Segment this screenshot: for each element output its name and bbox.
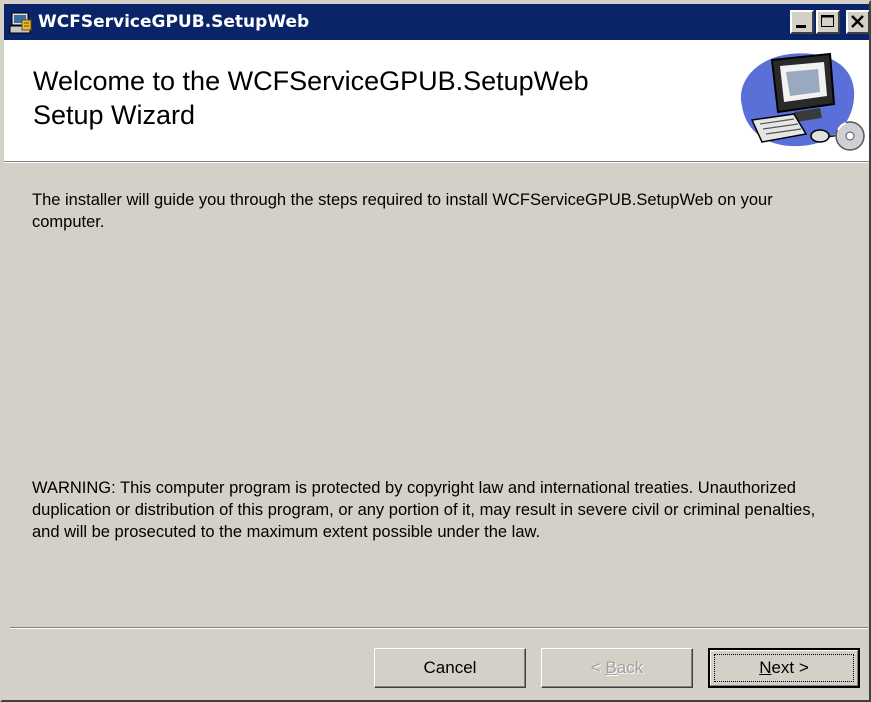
maximize-icon [821, 15, 834, 27]
close-icon [851, 15, 864, 28]
banner-title: Welcome to the WCFServiceGPUB.SetupWeb S… [33, 66, 589, 130]
minimize-button[interactable] [790, 10, 814, 34]
copyright-warning-text: WARNING: This computer program is protec… [32, 479, 816, 541]
installer-icon [9, 12, 32, 34]
back-button[interactable]: < Back [541, 648, 693, 688]
next-button[interactable]: Next > [708, 648, 860, 688]
banner-divider-highlight [4, 162, 869, 163]
intro-text: The installer will guide you through the… [32, 191, 773, 231]
button-area-divider-highlight [10, 628, 868, 629]
window-title: WCFServiceGPUB.SetupWeb [38, 12, 310, 32]
minimize-icon [796, 25, 806, 28]
back-button-label: < Back [590, 658, 644, 677]
maximize-button[interactable] [816, 10, 840, 34]
cancel-button[interactable]: Cancel [374, 648, 526, 688]
next-button-label: Next > [759, 658, 809, 677]
title-bar[interactable]: WCFServiceGPUB.SetupWeb [4, 4, 869, 40]
setup-wizard-window: WCFServiceGPUB.SetupWeb Welcome to the W… [0, 0, 871, 702]
wizard-banner: Welcome to the WCFServiceGPUB.SetupWeb S… [4, 40, 869, 162]
computer-setup-icon [740, 52, 865, 151]
cancel-button-label: Cancel [423, 658, 477, 677]
close-button[interactable] [846, 10, 869, 34]
